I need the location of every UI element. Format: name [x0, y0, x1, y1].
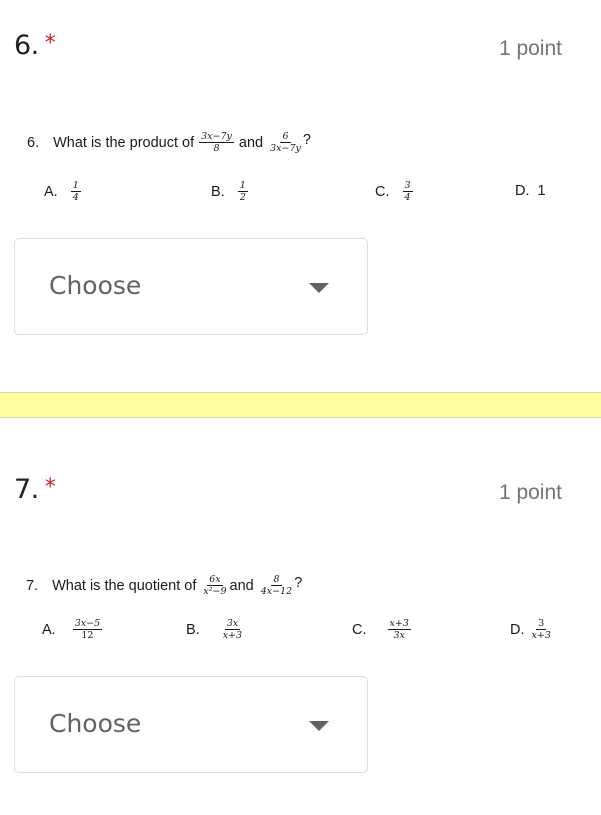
required-asterisk: *	[44, 31, 56, 56]
connector-text: and	[229, 577, 254, 594]
stem-text: What is the quotient of	[52, 577, 197, 594]
fraction-1: 3x−7y 8	[199, 131, 234, 154]
option-c: C. 34	[375, 180, 413, 203]
dropdown-value: Choose	[49, 271, 142, 300]
option-a: A. 3x−5 12	[42, 618, 103, 641]
fraction-1: 6x x²−9	[203, 574, 227, 597]
dropdown-value: Choose	[49, 709, 142, 738]
answer-dropdown[interactable]: Choose	[14, 238, 368, 335]
section-divider	[0, 392, 601, 418]
question-card-6: 6. * 1 point 6. What is the product of 3x…	[0, 0, 601, 392]
connector-text: and	[238, 134, 264, 151]
question-stem: 6. What is the product of 3x−7y 8 and 6 3x…	[27, 131, 311, 154]
question-number: 7.	[14, 474, 39, 505]
question-mark: ?	[294, 574, 303, 591]
stem-number: 6.	[27, 134, 40, 151]
dropdown-arrow-icon[interactable]	[309, 283, 329, 293]
fraction-2: 6 3x−7y	[270, 131, 301, 154]
answer-dropdown[interactable]: Choose	[14, 676, 368, 773]
option-d: D. 1	[515, 183, 546, 199]
question-mark: ?	[302, 131, 311, 148]
fraction-2: 8 4x−12	[260, 574, 293, 597]
option-b: B. 3x x+3	[186, 618, 243, 641]
option-a: A. 14	[44, 180, 81, 203]
question-points: 1 point	[498, 37, 562, 60]
option-d: D. 3 x+3	[510, 618, 551, 641]
question-title: 7. *	[14, 474, 56, 505]
required-asterisk: *	[44, 475, 56, 500]
question-points: 1 point	[498, 481, 562, 504]
stem-number: 7.	[26, 577, 39, 594]
option-b: B. 12	[211, 180, 248, 203]
question-title: 6. *	[14, 30, 56, 61]
question-number: 6.	[14, 30, 39, 61]
stem-text: What is the product of	[53, 134, 195, 151]
option-c: C. x+3 3x	[352, 618, 411, 641]
question-stem: 7. What is the quotient of 6x x²−9 and 84…	[26, 574, 302, 597]
question-card-7: 7. * 1 point 7. What is the quotient of 6…	[0, 418, 601, 815]
dropdown-arrow-icon[interactable]	[309, 721, 329, 731]
